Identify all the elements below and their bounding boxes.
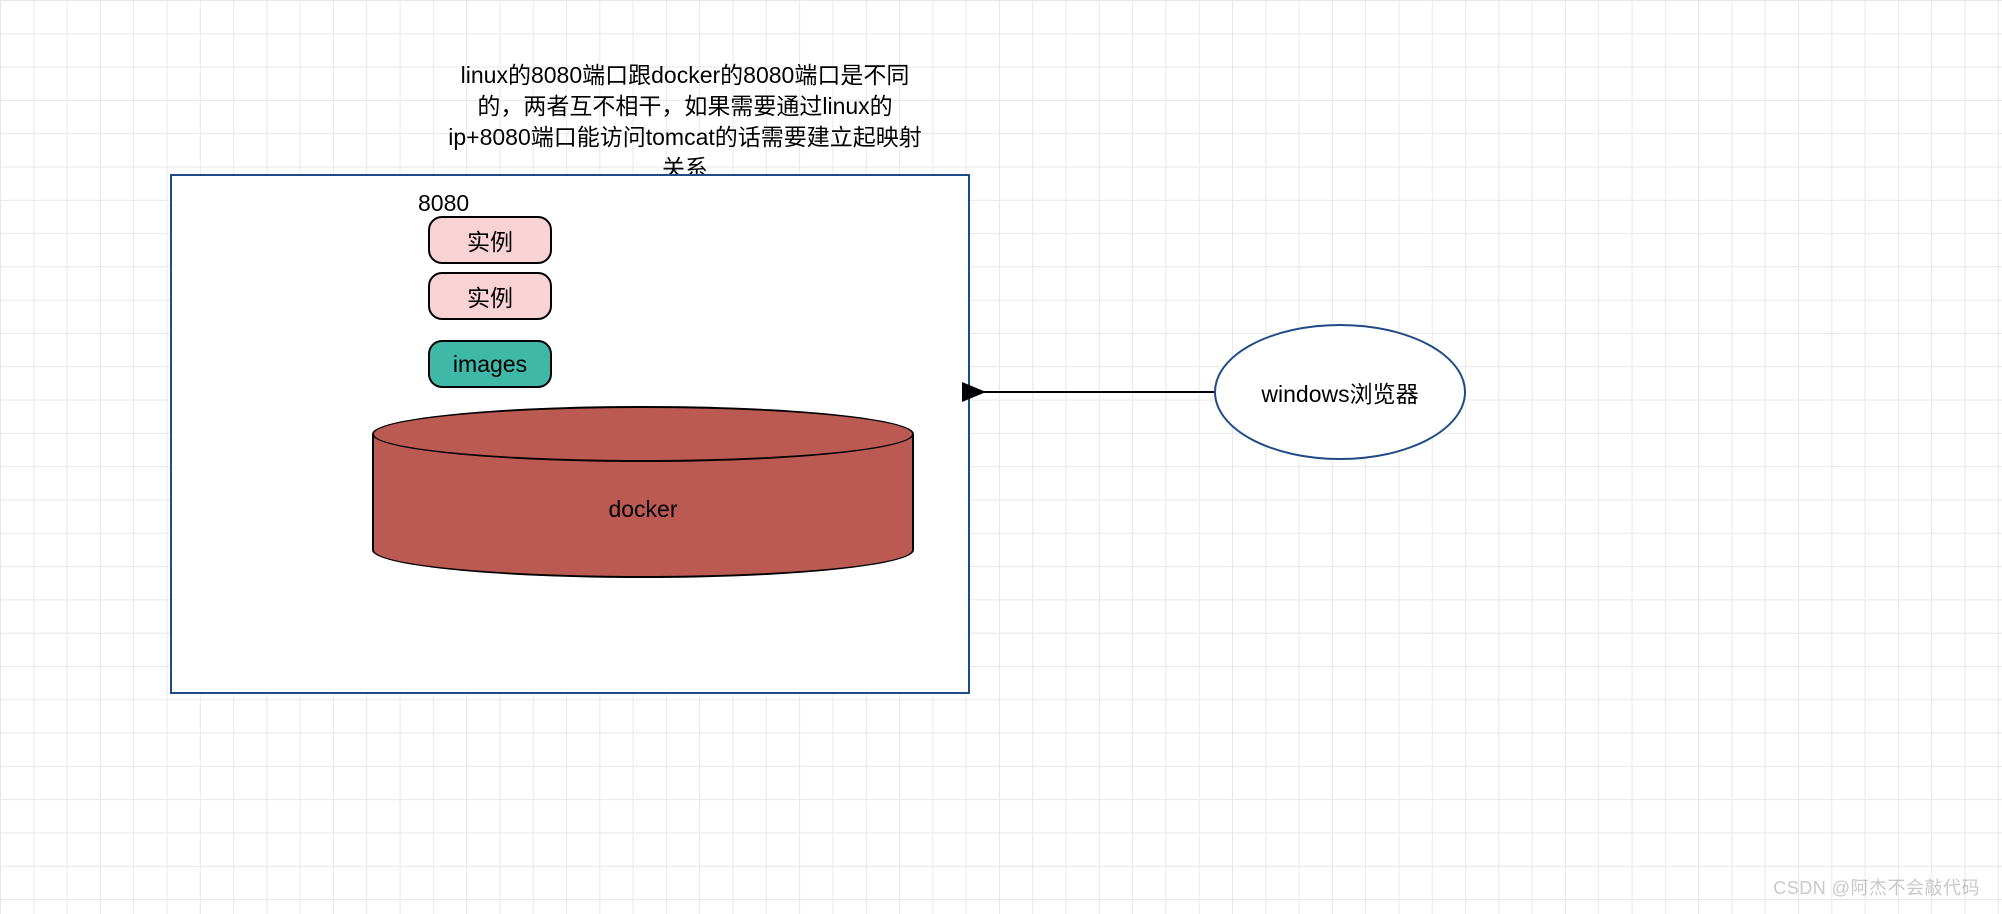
docker-cylinder-label: docker [372,496,914,523]
instance-node-1: 实例 [428,216,552,264]
diagram-canvas: linux的8080端口跟docker的8080端口是不同的，两者互不相干，如果… [0,0,2002,914]
port-8080-label: 8080 [418,190,469,217]
instance-node-1-label: 实例 [467,223,513,257]
images-node: images [428,340,552,388]
watermark-text: CSDN @阿杰不会敲代码 [1773,874,1980,900]
docker-cylinder: docker [372,406,914,578]
windows-browser-node: windows浏览器 [1214,324,1466,460]
instance-node-2-label: 实例 [467,279,513,313]
arrow-browser-to-host [970,383,1216,403]
images-node-label: images [453,351,527,378]
windows-browser-label: windows浏览器 [1261,375,1418,409]
explanation-text: linux的8080端口跟docker的8080端口是不同的，两者互不相干，如果… [440,60,930,184]
instance-node-2: 实例 [428,272,552,320]
cylinder-top [372,406,914,462]
